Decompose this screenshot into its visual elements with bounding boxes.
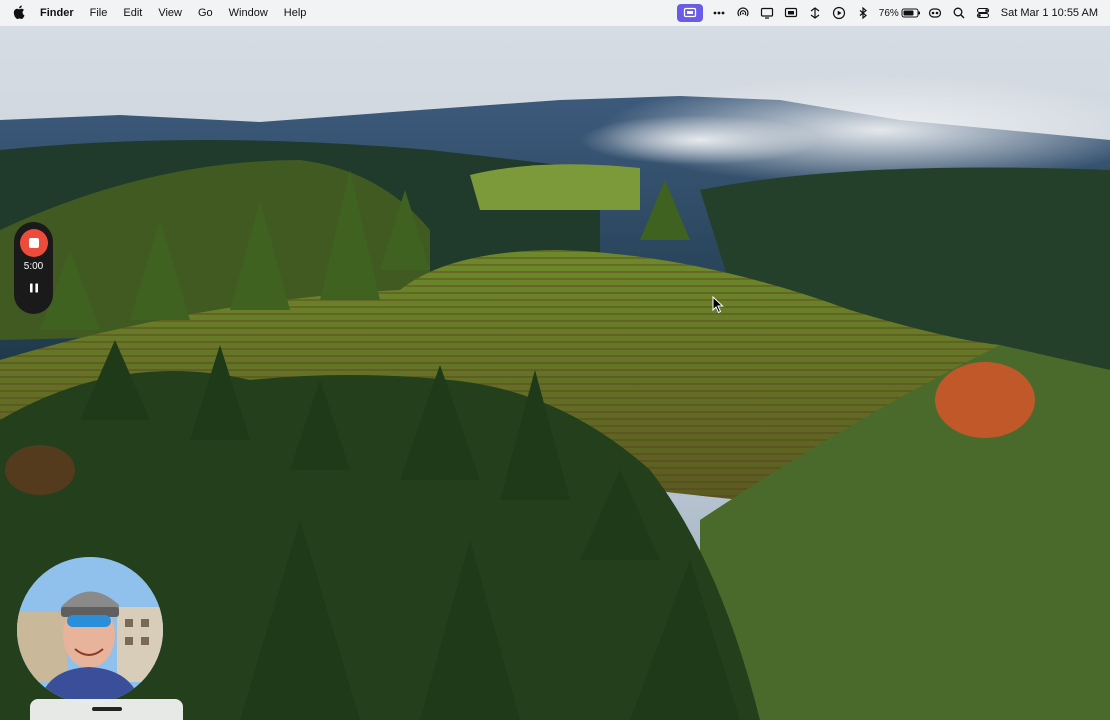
menu-help[interactable]: Help: [276, 7, 315, 19]
webcam-overlay[interactable]: [17, 557, 163, 703]
recording-timer: 5:00: [23, 261, 44, 272]
menu-bar: Finder File Edit View Go Window Help 76%…: [0, 0, 1110, 26]
menu-file[interactable]: File: [82, 7, 116, 19]
apple-logo-icon[interactable]: [0, 5, 38, 22]
stop-record-icon[interactable]: [19, 229, 48, 257]
menu-app-finder[interactable]: Finder: [38, 7, 82, 19]
menubar-clock[interactable]: Sat Mar 1 10:55 AM: [1001, 7, 1098, 19]
bluetooth-icon[interactable]: [851, 4, 875, 22]
dock-handle[interactable]: [30, 699, 183, 720]
control-center-icon[interactable]: [971, 4, 995, 22]
recording-controls: 5:00: [14, 222, 53, 314]
stop-square: [28, 238, 39, 248]
play-icon[interactable]: [827, 4, 851, 22]
menu-view[interactable]: View: [150, 7, 190, 19]
menu-go[interactable]: Go: [190, 7, 221, 19]
screen-mirroring-icon[interactable]: [779, 4, 803, 22]
dock-handle-bar: [92, 707, 122, 711]
webcam-feed: [17, 557, 163, 703]
menu-edit[interactable]: Edit: [115, 7, 150, 19]
mouse-cursor-icon: [712, 296, 724, 314]
screen-recording-icon[interactable]: [676, 4, 703, 22]
wifi-icon[interactable]: [923, 4, 947, 22]
network-icon[interactable]: [803, 4, 827, 22]
battery-icon[interactable]: [899, 4, 923, 22]
search-icon[interactable]: [947, 4, 971, 22]
display-icon[interactable]: [755, 4, 779, 22]
menu-window[interactable]: Window: [221, 7, 276, 19]
pause-icon[interactable]: [24, 278, 44, 298]
airdrop-icon[interactable]: [731, 4, 755, 22]
more-icon[interactable]: [707, 4, 731, 22]
battery-percent: 76%: [878, 7, 899, 19]
desktop-wallpaper: [0, 0, 1110, 720]
